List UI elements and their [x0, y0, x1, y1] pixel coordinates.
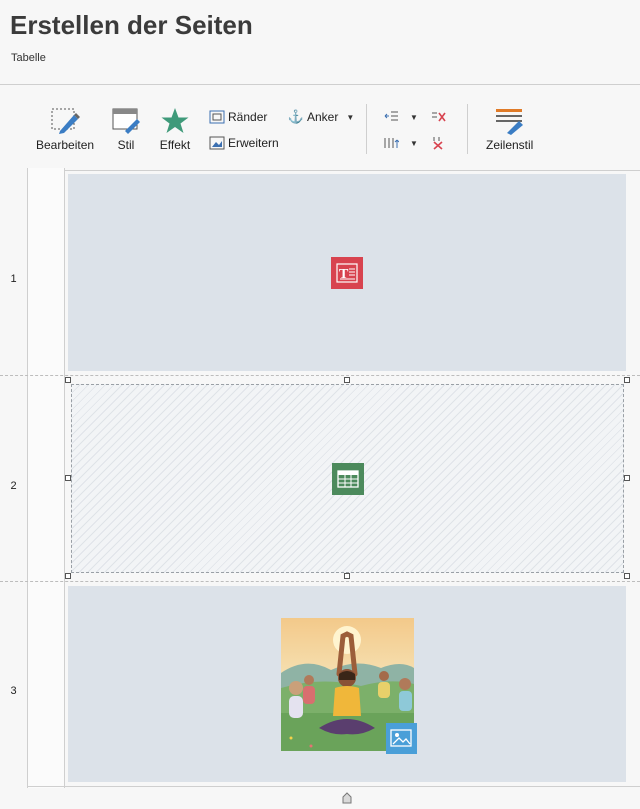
resize-handle[interactable] [624, 573, 630, 579]
insert-row-below-icon [382, 135, 400, 151]
row-divider [0, 581, 640, 582]
row-style-icon [494, 106, 526, 136]
svg-text:T: T [339, 267, 349, 282]
page-subtitle: Tabelle [11, 52, 46, 64]
page-cell-2[interactable] [71, 384, 624, 573]
edit-button[interactable]: Bearbeiten [36, 106, 94, 152]
anchor-dropdown-icon[interactable]: ▼ [346, 113, 354, 122]
effect-button[interactable]: Effekt [159, 106, 191, 152]
toolbar: Bearbeiten Stil Effekt Ränder Erweitern … [0, 100, 640, 165]
table-frame-icon[interactable] [331, 462, 364, 495]
row-header-column [27, 168, 65, 788]
row-style-label: Zeilenstil [486, 138, 534, 152]
resize-handle[interactable] [624, 475, 630, 481]
expand-icon [208, 135, 226, 151]
insert-row-above-icon [382, 109, 400, 125]
delete-column-icon [430, 135, 448, 151]
margins-label: Ränder [228, 110, 268, 124]
toolbar-separator [467, 104, 468, 154]
effect-label: Effekt [159, 138, 191, 152]
margins-icon [208, 109, 226, 125]
insert-row-below-button[interactable]: ▼ [382, 135, 418, 151]
row-style-button[interactable]: Zeilenstil [486, 106, 533, 152]
row-number: 3 [10, 685, 17, 697]
resize-handle[interactable] [344, 377, 350, 383]
text-frame-icon[interactable]: T [331, 256, 363, 289]
row-number: 2 [10, 480, 17, 492]
yoga-image[interactable] [280, 617, 417, 754]
image-frame-icon[interactable] [385, 722, 417, 754]
insert-row-below-dropdown-icon[interactable]: ▼ [410, 139, 418, 148]
expand-button[interactable]: Erweitern [208, 135, 279, 151]
toolbar-separator [366, 104, 367, 154]
resize-handle[interactable] [65, 475, 71, 481]
row-divider [0, 375, 640, 376]
page-anchor-marker-icon[interactable] [342, 791, 352, 804]
resize-handle[interactable] [624, 377, 630, 383]
margins-button[interactable]: Ränder [208, 109, 267, 125]
page-grid: 1 2 3 T [0, 168, 640, 788]
edit-icon [49, 106, 81, 136]
resize-handle[interactable] [65, 377, 71, 383]
page-cell-3[interactable] [68, 586, 626, 782]
row-number: 1 [10, 273, 17, 285]
delete-row-button[interactable] [430, 109, 450, 125]
delete-column-button[interactable] [430, 135, 450, 151]
delete-row-icon [430, 109, 448, 125]
anchor-button[interactable]: ⚓ Anker ▼ [287, 109, 354, 125]
style-button[interactable]: Stil [110, 106, 142, 152]
page-title: Erstellen der Seiten [10, 10, 253, 40]
expand-label: Erweitern [228, 136, 279, 150]
style-icon [110, 106, 142, 136]
insert-row-above-button[interactable]: ▼ [382, 109, 418, 125]
anchor-label: Anker [307, 110, 339, 124]
resize-handle[interactable] [65, 573, 71, 579]
edit-label: Bearbeiten [36, 138, 95, 152]
star-icon [159, 106, 191, 136]
style-label: Stil [117, 138, 135, 152]
anchor-icon: ⚓ [287, 109, 305, 124]
insert-row-above-dropdown-icon[interactable]: ▼ [410, 113, 418, 122]
page-cell-1[interactable]: T [68, 174, 626, 371]
header-divider [0, 84, 640, 85]
resize-handle[interactable] [344, 573, 350, 579]
